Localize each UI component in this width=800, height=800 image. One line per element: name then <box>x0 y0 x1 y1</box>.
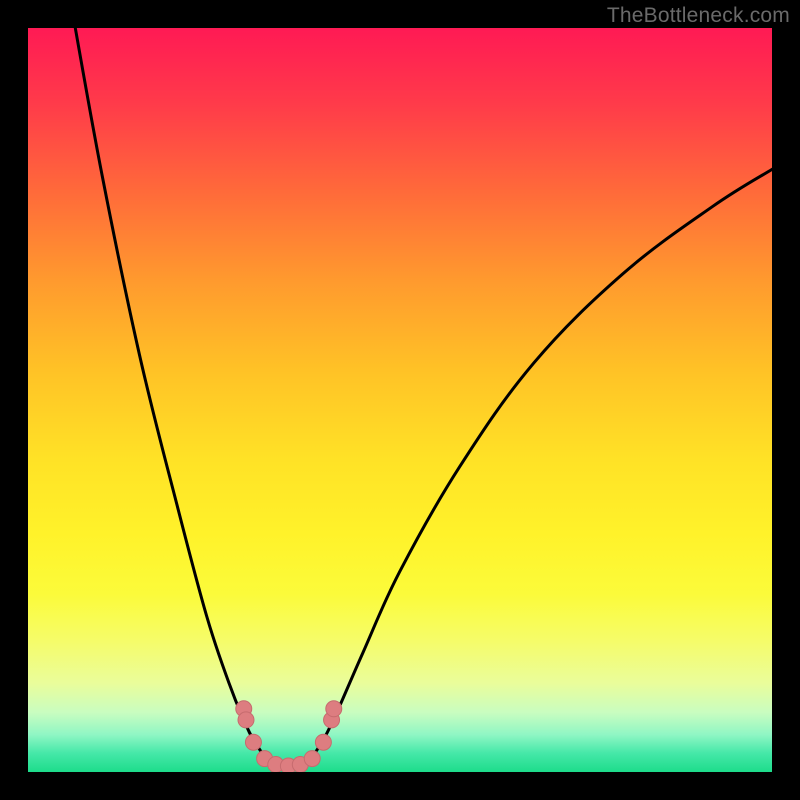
curve-marker-dot <box>315 734 331 750</box>
curve-marker-dot <box>304 751 320 767</box>
bottleneck-curve-svg <box>28 28 772 772</box>
curve-marker-dot <box>326 701 342 717</box>
bottleneck-curve-path <box>73 28 772 766</box>
curve-marker-dot <box>245 734 261 750</box>
watermark-text: TheBottleneck.com <box>607 4 790 28</box>
plot-area <box>28 28 772 772</box>
curve-marker-dot <box>238 712 254 728</box>
curve-markers <box>236 701 342 772</box>
outer-frame: TheBottleneck.com <box>0 0 800 800</box>
